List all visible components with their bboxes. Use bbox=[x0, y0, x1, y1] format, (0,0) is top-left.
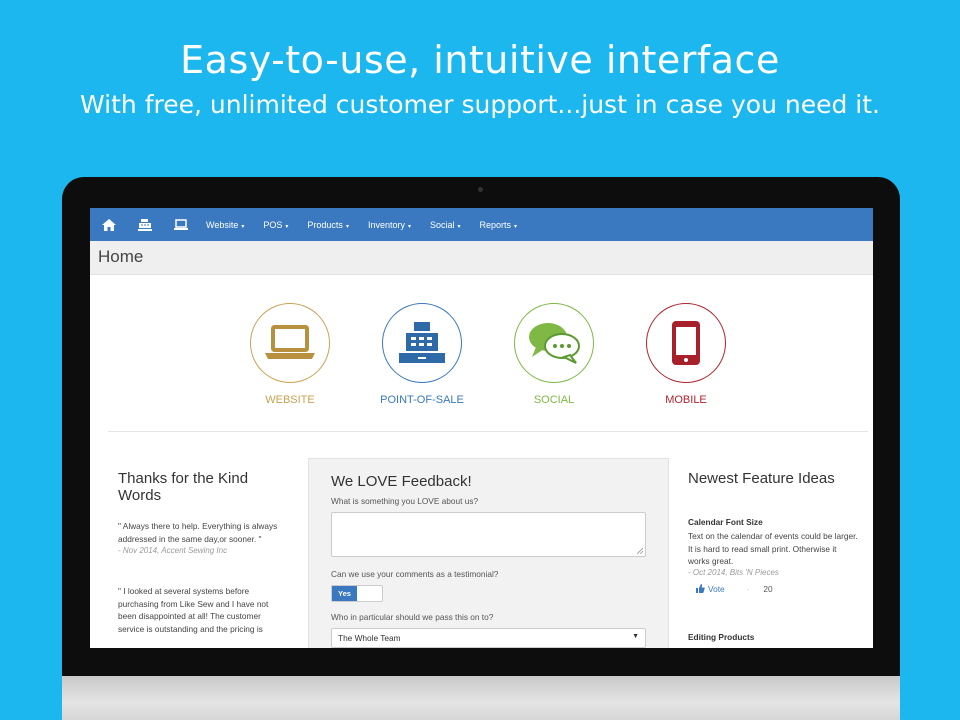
page-title: Home bbox=[90, 241, 873, 275]
testimonials-title: Thanks for the Kind Words bbox=[118, 470, 249, 504]
module-circles: WEBSITE POINT-OF-SALE SOCIAL MOBILE bbox=[90, 303, 873, 413]
nav-item-website[interactable]: Website ▾ bbox=[206, 220, 244, 230]
feedback-textarea[interactable] bbox=[331, 512, 646, 557]
chevron-down-icon: ▾ bbox=[457, 223, 461, 230]
vote-button[interactable]: Vote bbox=[696, 584, 725, 594]
chevron-down-icon: ▾ bbox=[345, 223, 349, 230]
feedback-form: We LOVE Feedback! What is something you … bbox=[308, 458, 669, 648]
module-social[interactable]: SOCIAL bbox=[499, 303, 609, 406]
feature-text: Text on the calendar of events could be … bbox=[688, 531, 858, 566]
laptop-icon bbox=[265, 325, 315, 359]
hero-subline: With free, unlimited customer support...… bbox=[80, 90, 880, 119]
recipient-select-value: The Whole Team bbox=[338, 633, 401, 643]
module-mobile[interactable]: MOBILE bbox=[631, 303, 741, 406]
chevron-down-icon: ▾ bbox=[241, 223, 245, 230]
app-screen: Website ▾ POS ▾ Products ▾ Inventory ▾ Socia… bbox=[90, 208, 873, 648]
testimonial-toggle[interactable]: Yes bbox=[331, 585, 383, 602]
nav-item-social[interactable]: Social ▾ bbox=[430, 220, 461, 230]
hero-headline: Easy-to-use, intuitive interface bbox=[180, 38, 780, 82]
nav-item-label: Products bbox=[307, 219, 343, 230]
vote-row: Vote · 20 bbox=[696, 584, 858, 594]
nav-item-products[interactable]: Products ▾ bbox=[307, 220, 349, 230]
nav-item-reports[interactable]: Reports ▾ bbox=[480, 220, 518, 230]
section-divider bbox=[108, 431, 868, 432]
feedback-question-testimonial: Can we use your comments as a testimonia… bbox=[331, 569, 499, 579]
module-label: SOCIAL bbox=[533, 394, 575, 406]
feedback-question-love: What is something you LOVE about us? bbox=[331, 496, 479, 506]
toggle-yes[interactable]: Yes bbox=[332, 586, 357, 601]
feature-title[interactable]: Calendar Font Size bbox=[688, 517, 858, 527]
feature-source: - Oct 2014, Bits 'N Pieces bbox=[688, 567, 779, 577]
home-icon[interactable] bbox=[98, 215, 120, 235]
vote-count: 20 bbox=[763, 583, 773, 594]
testimonial-quote: " I looked at several systems before pur… bbox=[118, 586, 269, 634]
feedback-title: We LOVE Feedback! bbox=[331, 473, 472, 490]
nav-item-pos[interactable]: POS ▾ bbox=[263, 220, 288, 230]
laptop-icon[interactable] bbox=[170, 215, 192, 235]
feature-ideas-title: Newest Feature Ideas bbox=[688, 470, 835, 487]
module-label: POINT-OF-SALE bbox=[380, 394, 464, 406]
testimonial-quote: " Always there to help. Everything is al… bbox=[118, 521, 278, 544]
module-circle[interactable] bbox=[382, 303, 462, 383]
monitor-chin bbox=[62, 676, 900, 720]
cash-register-icon[interactable] bbox=[134, 215, 156, 235]
feature-title[interactable]: Editing Products bbox=[688, 632, 858, 642]
chevron-down-icon: ▾ bbox=[407, 223, 411, 230]
nav-item-label: POS bbox=[263, 219, 283, 230]
nav-item-label: Inventory bbox=[367, 219, 405, 230]
testimonials-panel: Thanks for the Kind Words " Always there… bbox=[118, 470, 288, 635]
module-label: WEBSITE bbox=[265, 394, 315, 406]
module-label: MOBILE bbox=[665, 394, 707, 406]
mobile-phone-icon bbox=[672, 321, 700, 365]
nav-item-label: Website bbox=[206, 219, 239, 230]
top-navbar: Website ▾ POS ▾ Products ▾ Inventory ▾ Socia… bbox=[90, 208, 873, 241]
module-circle[interactable] bbox=[250, 303, 330, 383]
nav-item-label: Social bbox=[430, 219, 455, 230]
feature-ideas-panel: Newest Feature Ideas Calendar Font Size … bbox=[688, 470, 858, 645]
camera-dot bbox=[478, 187, 483, 192]
vote-separator: · bbox=[746, 583, 750, 594]
module-point-of-sale[interactable]: POINT-OF-SALE bbox=[367, 303, 477, 406]
recipient-select[interactable]: The Whole Team ▼ bbox=[331, 628, 646, 648]
nav-item-label: Reports bbox=[479, 219, 512, 230]
thumbs-up-icon bbox=[696, 584, 705, 593]
module-circle[interactable] bbox=[646, 303, 726, 383]
vote-label: Vote bbox=[708, 583, 725, 594]
nav-item-inventory[interactable]: Inventory ▾ bbox=[368, 220, 411, 230]
cash-register-icon bbox=[399, 322, 445, 363]
module-circle[interactable] bbox=[514, 303, 594, 383]
chevron-down-icon: ▾ bbox=[285, 223, 289, 230]
resize-handle-icon bbox=[637, 548, 643, 554]
chat-bubbles-icon bbox=[529, 323, 580, 364]
feedback-question-recipient: Who in particular should we pass this on… bbox=[331, 612, 494, 622]
module-website[interactable]: WEBSITE bbox=[235, 303, 345, 406]
chevron-down-icon: ▼ bbox=[632, 633, 639, 640]
testimonial-source: - Nov 2014, Accent Sewing Inc bbox=[118, 546, 228, 555]
chevron-down-icon: ▾ bbox=[514, 223, 518, 230]
